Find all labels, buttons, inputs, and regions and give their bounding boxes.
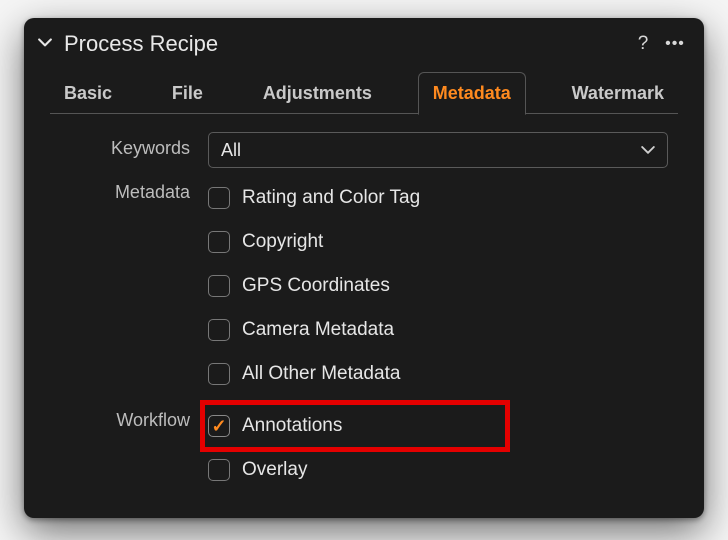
list-item: ✓ Overlay [208,448,678,492]
list-item: ✓ All Other Metadata [208,352,678,396]
metadata-options: ✓ Rating and Color Tag ✓ Copyright ✓ GPS Coor… [208,176,678,396]
chevron-down-icon [641,140,655,161]
checkbox-label: Copyright [242,231,323,253]
tab-metadata[interactable]: Metadata [418,72,526,115]
checkbox-label: Overlay [242,459,307,481]
checkbox[interactable]: ✓ [208,319,230,341]
checkbox[interactable]: ✓ [208,231,230,253]
checkbox[interactable]: ✓ [208,187,230,209]
help-button[interactable]: ? [630,31,656,57]
checkbox[interactable]: ✓ [208,415,230,437]
checkbox-label: Annotations [242,415,342,437]
tab-adjustments[interactable]: Adjustments [249,73,386,114]
check-icon: ✓ [211,417,226,435]
more-icon: ••• [665,35,685,53]
list-item: ✓ Copyright [208,220,678,264]
more-button[interactable]: ••• [662,31,688,57]
metadata-label: Metadata [50,176,208,203]
keywords-label: Keywords [50,132,208,159]
tab-watermark[interactable]: Watermark [558,73,678,114]
keywords-dropdown[interactable]: All [208,132,668,168]
list-item: ✓ Annotations [208,404,678,448]
list-item: ✓ Camera Metadata [208,308,678,352]
checkbox-label: Camera Metadata [242,319,394,341]
tab-file[interactable]: File [158,73,217,114]
tab-bar: Basic File Adjustments Metadata Watermark [24,70,704,114]
process-recipe-panel: Process Recipe ? ••• Basic File Adjustment… [24,18,704,518]
metadata-row: Metadata ✓ Rating and Color Tag ✓ Copyright… [50,176,678,396]
workflow-label: Workflow [50,404,208,431]
checkbox-label: Rating and Color Tag [242,187,420,209]
keywords-value: All [221,140,241,161]
list-item: ✓ GPS Coordinates [208,264,678,308]
checkbox[interactable]: ✓ [208,275,230,297]
panel-header: Process Recipe ? ••• [24,18,704,70]
metadata-tab-content: Keywords All Metadata ✓ Rating and Color … [24,114,704,518]
checkbox[interactable]: ✓ [208,363,230,385]
collapse-toggle[interactable] [34,33,56,55]
panel-title: Process Recipe [64,31,218,57]
keywords-row: Keywords All [50,132,678,168]
help-icon: ? [638,33,649,55]
list-item: ✓ Rating and Color Tag [208,176,678,220]
chevron-down-icon [38,34,52,55]
checkbox-label: All Other Metadata [242,363,400,385]
checkbox[interactable]: ✓ [208,459,230,481]
workflow-row: Workflow ✓ Annotations ✓ Overlay [50,404,678,492]
tab-basic[interactable]: Basic [50,73,126,114]
checkbox-label: GPS Coordinates [242,275,390,297]
workflow-options: ✓ Annotations ✓ Overlay [208,404,678,492]
